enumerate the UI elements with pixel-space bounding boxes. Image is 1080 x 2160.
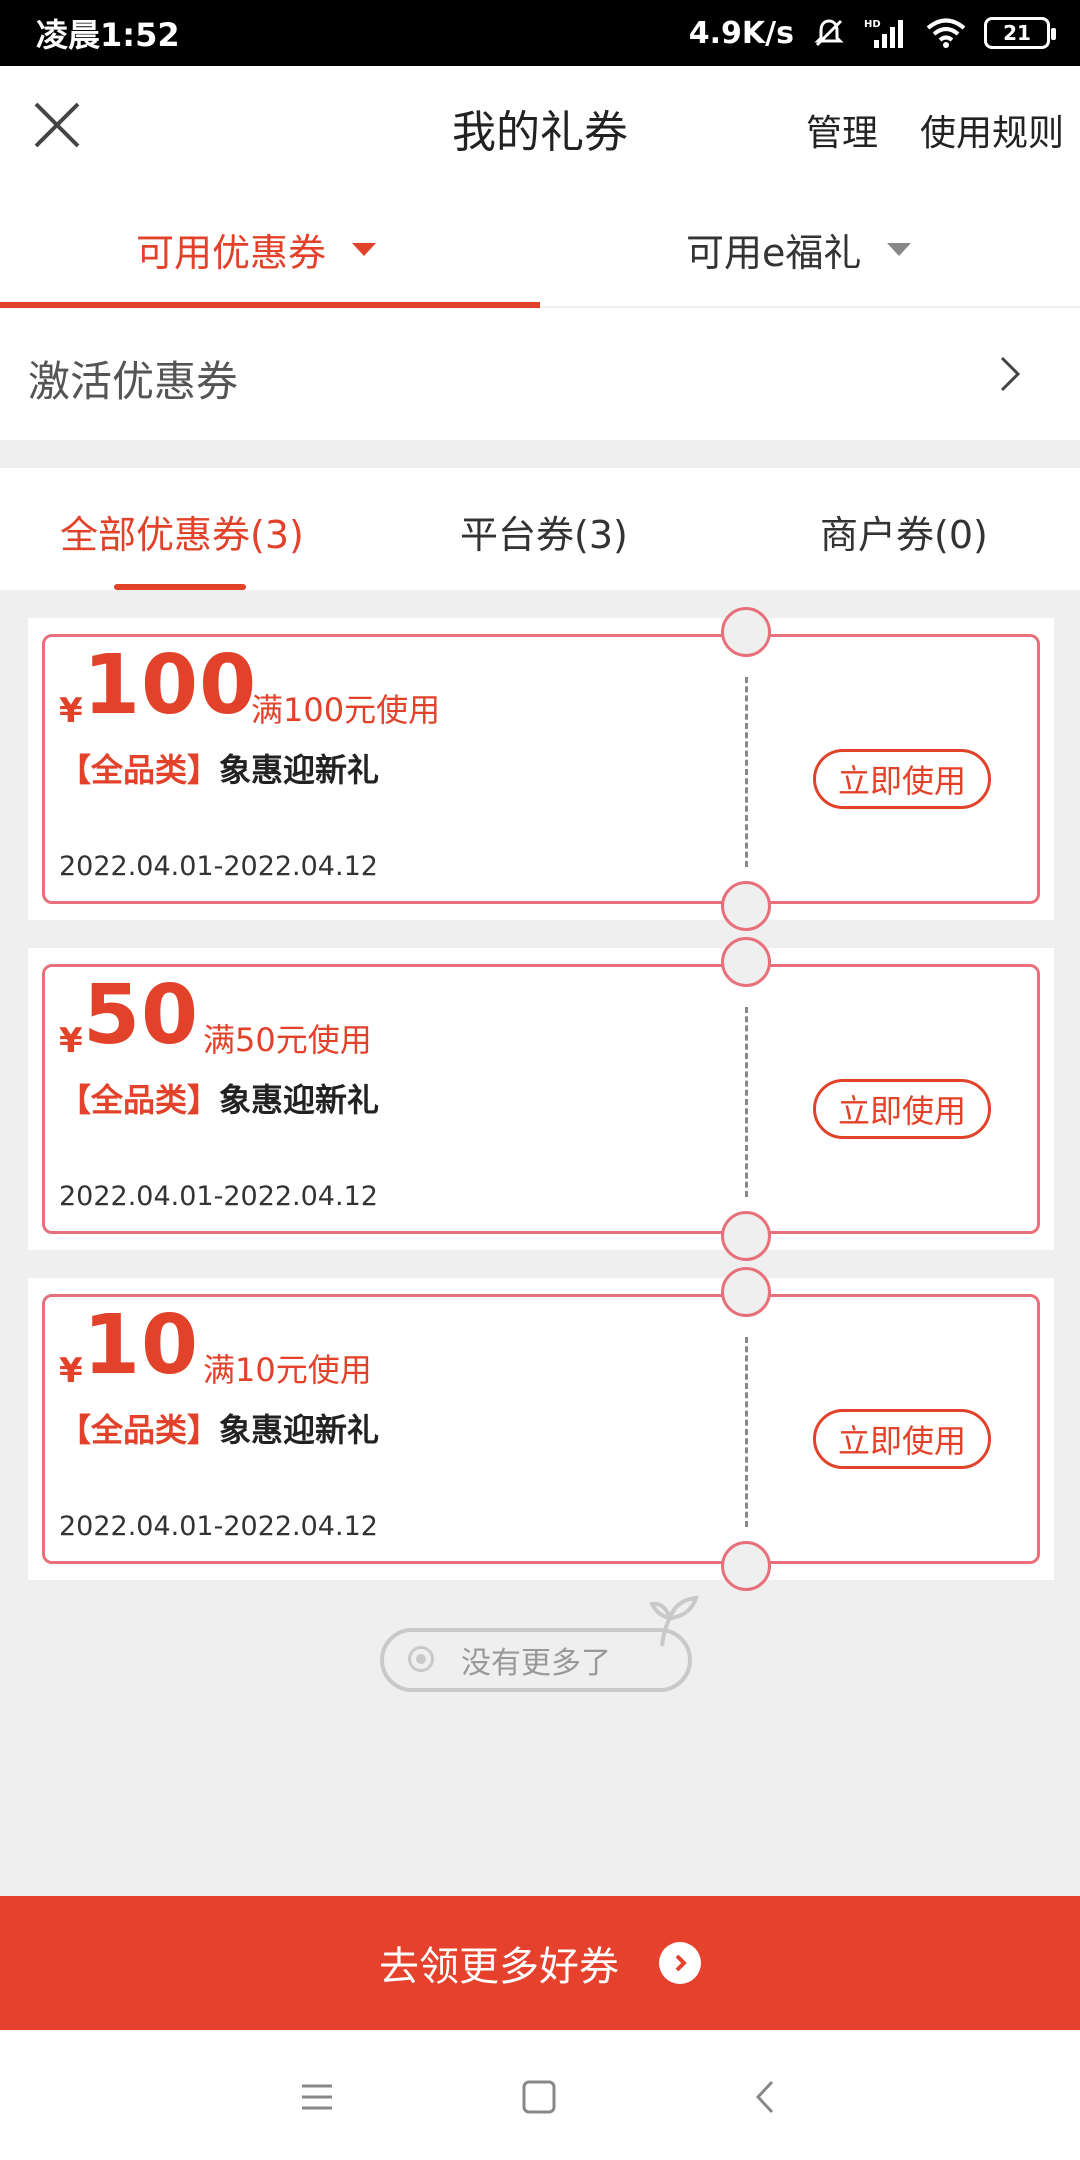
ticket-notch	[721, 1267, 771, 1317]
currency-symbol: ¥	[59, 1351, 83, 1391]
dropdown-caret-icon	[352, 243, 377, 256]
currency-symbol: ¥	[59, 691, 83, 731]
chevron-right-icon	[1000, 356, 1021, 392]
coupon-validity-dates: 2022.04.01-2022.04.12	[59, 1511, 378, 1542]
subtab-merchant-coupons[interactable]: 商户券(0)	[820, 504, 988, 559]
mute-bell-icon	[812, 16, 846, 50]
active-subtab-indicator	[114, 584, 246, 590]
category-tag: 【全品类】	[59, 1081, 220, 1119]
coupon-card: ¥ 100 满100元使用 【全品类】象惠迎新礼 2022.04.01-2022…	[28, 607, 1054, 931]
battery-icon: 21	[984, 17, 1056, 49]
no-more-text: 没有更多了	[461, 1646, 611, 1681]
page-title: 我的礼券	[452, 107, 628, 158]
ticket-divider	[745, 1007, 748, 1197]
category-tag: 【全品类】	[59, 1411, 220, 1449]
cta-label: 去领更多好券	[379, 1944, 619, 1990]
status-time: 凌晨1:52	[36, 16, 180, 54]
coupon-name: 象惠迎新礼	[219, 1081, 380, 1119]
coupon-validity-dates: 2022.04.01-2022.04.12	[59, 851, 378, 882]
svg-text:HD: HD	[864, 19, 881, 30]
ticket-notch	[721, 937, 771, 987]
coupon-name: 象惠迎新礼	[219, 751, 380, 789]
no-more-indicator: 没有更多了	[380, 1628, 692, 1692]
coupon-amount: 50	[83, 968, 200, 1063]
category-tag: 【全品类】	[59, 751, 220, 789]
network-speed: 4.9K/s	[688, 15, 794, 51]
ticket-notch	[721, 1211, 771, 1261]
subtab-platform-coupons[interactable]: 平台券(3)	[460, 504, 628, 559]
use-now-button[interactable]: 立即使用	[813, 1079, 991, 1139]
coupon-category: 【全品类】象惠迎新礼	[59, 1075, 379, 1121]
back-icon[interactable]	[744, 2074, 790, 2120]
get-more-coupons-button[interactable]: 去领更多好券	[0, 1896, 1080, 2030]
coupon-validity-dates: 2022.04.01-2022.04.12	[59, 1181, 378, 1212]
system-navigation-bar	[0, 2030, 1080, 2160]
coupon-amount: 100	[83, 638, 258, 733]
coupon-condition: 满100元使用	[251, 691, 441, 729]
coupon-condition: 满50元使用	[203, 1021, 372, 1059]
coupon-name: 象惠迎新礼	[219, 1411, 380, 1449]
coupon-condition: 满10元使用	[203, 1351, 372, 1389]
header: 我的礼券 管理 使用规则	[0, 66, 1080, 184]
currency-symbol: ¥	[59, 1021, 83, 1061]
sub-tabs: 全部优惠券(3) 平台券(3) 商户券(0)	[0, 468, 1080, 590]
manage-button[interactable]: 管理	[806, 104, 878, 156]
tab-label: 可用优惠券	[136, 231, 327, 275]
menu-icon[interactable]	[294, 2074, 340, 2120]
tab-available-e-gift[interactable]: 可用e福礼	[686, 222, 912, 277]
ticket-divider	[745, 1337, 748, 1527]
usage-rules-button[interactable]: 使用规则	[920, 104, 1064, 156]
activate-coupon-label: 激活优惠券	[28, 357, 239, 406]
dropdown-caret-icon	[887, 243, 912, 256]
arrow-right-circle-icon	[659, 1942, 701, 1984]
tab-label: 可用e福礼	[686, 231, 862, 275]
coupon-category: 【全品类】象惠迎新礼	[59, 745, 379, 791]
status-icons: 4.9K/s HD 21	[688, 15, 1056, 51]
ticket-notch	[721, 881, 771, 931]
coupon-ticket: ¥ 100 满100元使用 【全品类】象惠迎新礼 2022.04.01-2022…	[42, 607, 1040, 931]
coupon-amount: 10	[83, 1298, 200, 1393]
coupon-card: ¥ 10 满10元使用 【全品类】象惠迎新礼 2022.04.01-2022.0…	[28, 1267, 1054, 1591]
tab-available-coupons[interactable]: 可用优惠券	[136, 222, 377, 277]
coupon-card: ¥ 50 满50元使用 【全品类】象惠迎新礼 2022.04.01-2022.0…	[28, 937, 1054, 1261]
ticket-notch	[721, 1541, 771, 1591]
activate-coupon-row[interactable]: 激活优惠券	[0, 308, 1080, 440]
use-now-button[interactable]: 立即使用	[813, 1409, 991, 1469]
wifi-icon	[926, 17, 966, 49]
ticket-notch	[721, 607, 771, 657]
home-icon[interactable]	[516, 2074, 562, 2120]
ticket-divider	[745, 677, 748, 867]
coupon-ticket: ¥ 10 满10元使用 【全品类】象惠迎新礼 2022.04.01-2022.0…	[42, 1267, 1040, 1591]
use-now-button[interactable]: 立即使用	[813, 749, 991, 809]
status-bar: 凌晨1:52 4.9K/s HD 21	[0, 0, 1080, 66]
coupon-category: 【全品类】象惠迎新礼	[59, 1405, 379, 1451]
whale-eye-icon	[408, 1646, 434, 1672]
hd-signal-icon: HD	[864, 16, 908, 50]
subtab-all-coupons[interactable]: 全部优惠券(3)	[60, 504, 304, 559]
coupon-ticket: ¥ 50 满50元使用 【全品类】象惠迎新礼 2022.04.01-2022.0…	[42, 937, 1040, 1261]
top-tabs: 可用优惠券 可用e福礼	[0, 184, 1080, 308]
